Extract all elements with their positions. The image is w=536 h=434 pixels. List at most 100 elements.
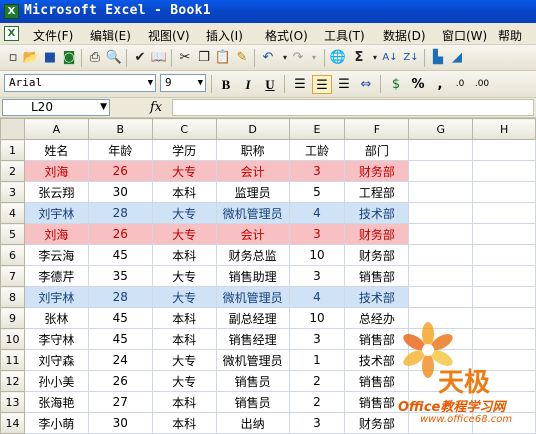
row-header[interactable]: 6 — [0, 244, 25, 266]
menu-data[interactable]: 数据(D) — [383, 27, 426, 44]
comma-style-icon[interactable]: , — [430, 75, 450, 94]
sort-ascending-icon[interactable]: A↓ — [381, 49, 399, 67]
cell[interactable]: 财务总监 — [215, 244, 290, 266]
cell[interactable] — [408, 223, 474, 245]
paste-icon[interactable]: 📋 — [214, 49, 232, 67]
undo-icon[interactable]: ↶ — [259, 49, 277, 67]
spelling-icon[interactable]: ✔ — [131, 49, 149, 67]
menu-insert[interactable]: 插入(I) — [206, 27, 243, 44]
cell[interactable]: 销售部 — [344, 370, 410, 392]
cell[interactable]: 大专 — [151, 349, 217, 371]
cell[interactable] — [472, 244, 536, 266]
cell[interactable]: 财务部 — [344, 244, 410, 266]
cell[interactable]: 财务部 — [344, 160, 410, 182]
row-header[interactable]: 10 — [0, 328, 25, 350]
cell[interactable]: 销售助理 — [215, 265, 290, 287]
cell[interactable]: 刘守森 — [23, 349, 89, 371]
font-size-select[interactable]: 9 ▼ — [160, 74, 206, 92]
cell[interactable]: 大专 — [151, 286, 217, 308]
row-header[interactable]: 14 — [0, 412, 25, 434]
cell[interactable]: 3 — [288, 160, 346, 182]
cell[interactable] — [472, 286, 536, 308]
save-icon[interactable]: ■ — [41, 49, 59, 67]
header-cell[interactable]: 姓名 — [23, 139, 89, 161]
menu-window[interactable]: 窗口(W) — [442, 27, 487, 44]
row-header[interactable]: 4 — [0, 202, 25, 224]
cell[interactable]: 本科 — [151, 391, 217, 413]
hyperlink-icon[interactable]: 🌐 — [329, 49, 347, 67]
cell[interactable] — [472, 391, 536, 413]
decrease-decimal-icon[interactable]: .00 — [472, 75, 492, 94]
cell[interactable]: 26 — [87, 160, 153, 182]
cell[interactable]: 本科 — [151, 181, 217, 203]
cell[interactable]: 30 — [87, 412, 153, 434]
cell[interactable] — [408, 412, 474, 434]
column-header[interactable]: E — [288, 118, 346, 140]
cell[interactable]: 2 — [288, 391, 346, 413]
underline-button[interactable]: U — [260, 75, 280, 94]
cell[interactable]: 张林 — [23, 307, 89, 329]
cell[interactable]: 本科 — [151, 412, 217, 434]
cell[interactable]: 4 — [288, 286, 346, 308]
cell[interactable]: 刘宇林 — [23, 286, 89, 308]
cell[interactable]: 45 — [87, 244, 153, 266]
cell[interactable]: 销售员 — [215, 370, 290, 392]
cell[interactable]: 孙小美 — [23, 370, 89, 392]
header-cell[interactable]: 工龄 — [288, 139, 346, 161]
cell[interactable]: 27 — [87, 391, 153, 413]
format-painter-icon[interactable]: ✎ — [233, 49, 251, 67]
column-header[interactable]: A — [23, 118, 89, 140]
permission-icon[interactable]: ◙ — [60, 49, 78, 67]
cell[interactable] — [472, 265, 536, 287]
column-header[interactable]: H — [472, 118, 536, 140]
cell[interactable]: 26 — [87, 223, 153, 245]
cell[interactable]: 技术部 — [344, 286, 410, 308]
drawing-icon[interactable]: ◢ — [448, 49, 466, 67]
cell[interactable] — [408, 391, 474, 413]
cell[interactable]: 2 — [288, 370, 346, 392]
increase-decimal-icon[interactable]: .0 — [450, 75, 470, 94]
research-icon[interactable]: 📖 — [150, 49, 168, 67]
open-icon[interactable]: 📂 — [22, 49, 40, 67]
menu-tools[interactable]: 工具(T) — [324, 27, 365, 44]
align-right-icon[interactable]: ☰ — [334, 75, 354, 94]
cell[interactable]: 4 — [288, 202, 346, 224]
cell[interactable]: 销售部 — [344, 265, 410, 287]
formula-input[interactable] — [172, 99, 534, 116]
cell[interactable]: 45 — [87, 307, 153, 329]
row-header[interactable]: 8 — [0, 286, 25, 308]
chevron-down-icon[interactable]: ▼ — [148, 75, 153, 91]
cell[interactable]: 出纳 — [215, 412, 290, 434]
cell[interactable]: 5 — [288, 181, 346, 203]
name-box[interactable]: L20 ▼ — [2, 99, 110, 116]
cell[interactable]: 28 — [87, 202, 153, 224]
row-header[interactable]: 13 — [0, 391, 25, 413]
cell[interactable]: 10 — [288, 244, 346, 266]
print-icon[interactable]: ⎙ — [86, 49, 104, 67]
cell[interactable] — [408, 244, 474, 266]
cell[interactable]: 李小萌 — [23, 412, 89, 434]
menu-view[interactable]: 视图(V) — [148, 27, 190, 44]
cell[interactable]: 刘海 — [23, 223, 89, 245]
cell[interactable] — [472, 160, 536, 182]
insert-function-icon[interactable]: fx — [150, 100, 162, 115]
copy-icon[interactable]: ❐ — [195, 49, 213, 67]
cell[interactable]: 26 — [87, 370, 153, 392]
cell[interactable]: 张海艳 — [23, 391, 89, 413]
header-cell[interactable]: 学历 — [151, 139, 217, 161]
cell[interactable]: 微机管理员 — [215, 286, 290, 308]
row-header[interactable]: 12 — [0, 370, 25, 392]
cell[interactable] — [472, 328, 536, 350]
cell[interactable] — [472, 139, 536, 161]
cell[interactable]: 本科 — [151, 244, 217, 266]
row-header[interactable]: 5 — [0, 223, 25, 245]
cell[interactable]: 3 — [288, 223, 346, 245]
cell[interactable] — [408, 139, 474, 161]
cell[interactable]: 财务部 — [344, 223, 410, 245]
cell[interactable]: 技术部 — [344, 349, 410, 371]
cell[interactable] — [408, 349, 474, 371]
chevron-down-icon[interactable]: ▼ — [100, 100, 107, 115]
cell[interactable]: 工程部 — [344, 181, 410, 203]
align-center-icon[interactable]: ☰ — [312, 75, 332, 94]
cell[interactable] — [408, 307, 474, 329]
